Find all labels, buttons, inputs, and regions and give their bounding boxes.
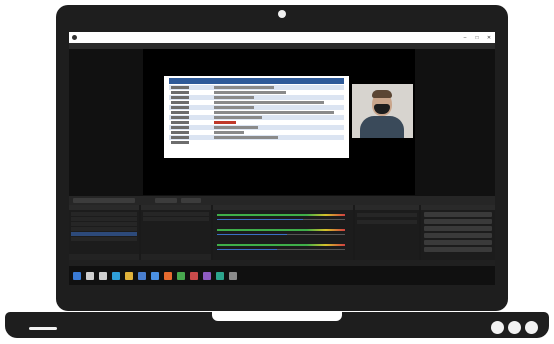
chrome-icon[interactable] — [177, 272, 185, 280]
transition-select[interactable] — [357, 213, 417, 217]
transitions-dock — [355, 205, 419, 260]
filters-button[interactable] — [181, 198, 201, 203]
minimize-button[interactable]: – — [459, 32, 471, 43]
edge-icon[interactable] — [112, 272, 120, 280]
control-button[interactable] — [424, 233, 492, 238]
audio-meter — [217, 229, 345, 231]
scene-item[interactable] — [71, 222, 137, 226]
audio-mixer-dock-header — [213, 205, 353, 210]
preview-area — [69, 49, 495, 196]
webcam-lens — [278, 10, 286, 18]
sources-dock — [141, 205, 211, 260]
scene-item[interactable] — [71, 227, 137, 231]
source-item[interactable] — [143, 217, 209, 221]
scene-item[interactable] — [71, 212, 137, 216]
person-body — [360, 116, 404, 138]
person-hair — [372, 90, 392, 98]
audio-mixer-dock — [213, 205, 353, 260]
schedule-row — [169, 140, 344, 145]
search-icon[interactable] — [86, 272, 94, 280]
maximize-button[interactable]: □ — [471, 32, 483, 43]
start-icon[interactable] — [73, 272, 81, 280]
source-item[interactable] — [143, 212, 209, 216]
file-explorer-icon[interactable] — [125, 272, 133, 280]
properties-button[interactable] — [155, 198, 177, 203]
preview-canvas[interactable] — [143, 49, 415, 195]
volume-slider[interactable] — [217, 249, 277, 250]
transitions-dock-header — [355, 205, 419, 210]
app-icon-c[interactable] — [216, 272, 224, 280]
obs-icon[interactable] — [229, 272, 237, 280]
schedule-header-row — [169, 78, 344, 84]
task-view-icon[interactable] — [99, 272, 107, 280]
control-button[interactable] — [424, 226, 492, 231]
webcam-feed — [352, 84, 413, 138]
volume-slider[interactable] — [217, 219, 303, 220]
close-button[interactable]: ✕ — [483, 32, 495, 43]
scenes-dock — [69, 205, 139, 260]
base-dot — [525, 321, 538, 334]
scenes-dock-header — [69, 205, 139, 210]
base-dot — [508, 321, 521, 334]
trackpad-notch — [212, 312, 342, 321]
base-dot — [491, 321, 504, 334]
app-icon-b[interactable] — [203, 272, 211, 280]
obs-app-icon — [72, 35, 77, 40]
mail-icon[interactable] — [138, 272, 146, 280]
controls-dock — [421, 205, 495, 260]
store-icon[interactable] — [151, 272, 159, 280]
duration-input[interactable] — [357, 220, 417, 224]
scene-toolbar — [69, 196, 495, 205]
scene-item[interactable] — [71, 217, 137, 221]
taskbar — [69, 266, 495, 285]
schedule-slide — [164, 76, 349, 158]
scene-label-button[interactable] — [73, 198, 135, 203]
scene-item[interactable] — [71, 237, 137, 241]
control-button[interactable] — [424, 247, 492, 252]
audio-meter — [217, 244, 345, 246]
title-bar: – □ ✕ — [69, 32, 495, 43]
laptop-base — [5, 312, 549, 338]
app-icon-a[interactable] — [190, 272, 198, 280]
volume-slider[interactable] — [217, 234, 287, 235]
control-button[interactable] — [424, 219, 492, 224]
control-button[interactable] — [424, 240, 492, 245]
audio-meter — [217, 214, 345, 216]
firefox-icon[interactable] — [164, 272, 172, 280]
dock-area — [69, 205, 495, 260]
laptop-lid: – □ ✕ — [56, 5, 508, 311]
controls-dock-header — [421, 205, 495, 210]
status-light — [29, 327, 57, 330]
sources-dock-header — [141, 205, 211, 210]
control-button[interactable] — [424, 212, 492, 217]
scene-item-selected[interactable] — [71, 232, 137, 236]
screen: – □ ✕ — [69, 32, 495, 285]
